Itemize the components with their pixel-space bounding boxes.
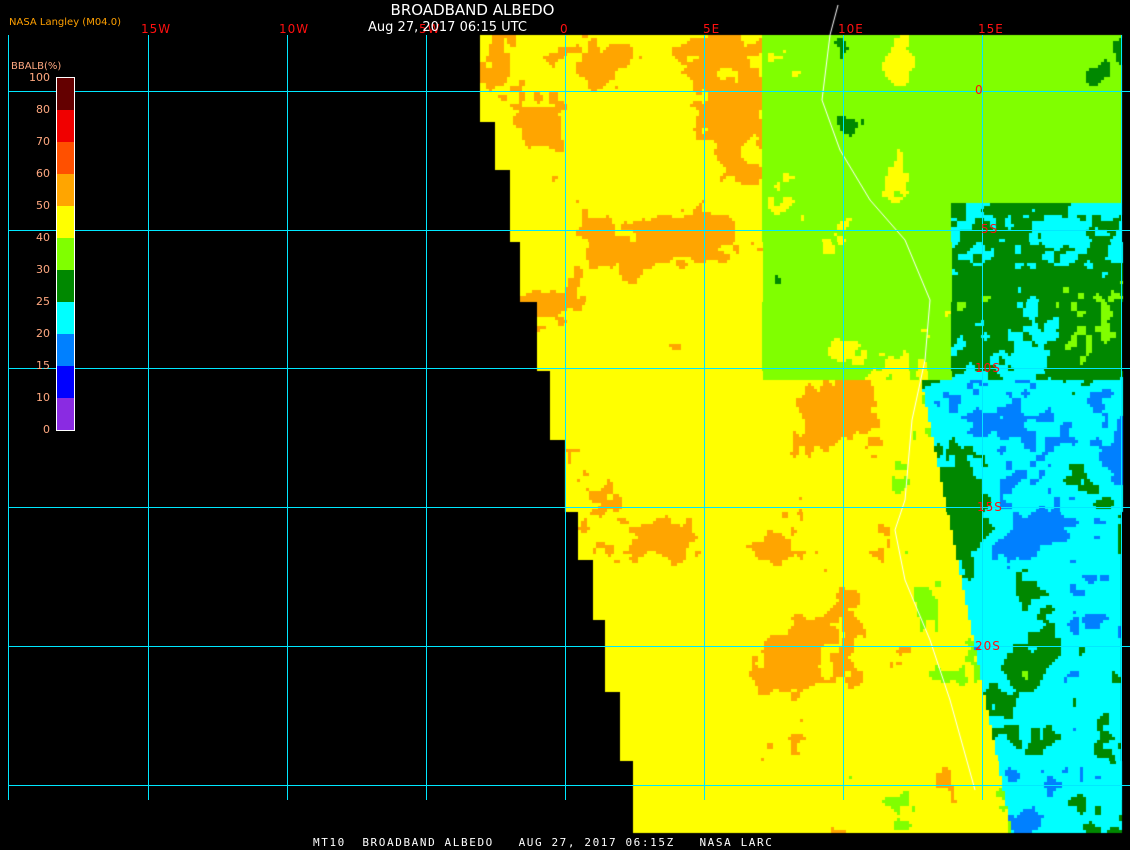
legend-tick-label: 10 [36, 391, 50, 404]
footer-caption: MT10 BROADBAND ALBEDO AUG 27, 2017 06:15… [313, 836, 774, 849]
legend-swatch [57, 270, 74, 302]
legend-tick-label: 15 [36, 359, 50, 372]
legend-swatch [57, 302, 74, 334]
legend-tick-label: 40 [36, 231, 50, 244]
legend-swatch [57, 110, 74, 142]
legend-tick-label: 80 [36, 103, 50, 116]
legend-swatch [57, 174, 74, 206]
latitude-line-0 [8, 91, 1130, 92]
longitude-line-5w [426, 35, 427, 800]
lat-label-5s: 5S [981, 222, 999, 236]
longitude-line-15w [148, 35, 149, 800]
latitude-line-10s [8, 368, 1130, 369]
legend-swatch [57, 78, 74, 110]
latitude-line-20s [8, 646, 1130, 647]
legend-tick-label: 50 [36, 199, 50, 212]
legend-swatch [57, 206, 74, 238]
legend-tick-label: 20 [36, 327, 50, 340]
legend-swatch [57, 238, 74, 270]
longitude-line-20e [1121, 35, 1122, 800]
latitude-line-25s [8, 785, 1130, 786]
legend-swatch [57, 142, 74, 174]
legend-tick-label: 100 [29, 71, 50, 84]
legend-tick-label: 60 [36, 167, 50, 180]
albedo-map-viewer: 15W 10W 5W 0 5E 10E 15E 0 5S 10S 15S 20S… [0, 0, 1130, 850]
legend-tick-label: 30 [36, 263, 50, 276]
lat-label-15s: 15S [977, 500, 1003, 514]
legend-tick-label: 25 [36, 295, 50, 308]
color-legend-bar [56, 77, 75, 431]
legend-swatch [57, 398, 74, 430]
longitude-line-10e [843, 35, 844, 800]
longitude-line-15e [982, 35, 983, 800]
latitude-line-15s [8, 507, 1130, 508]
legend-tick-label: 70 [36, 135, 50, 148]
lon-label-15e: 15E [978, 22, 1004, 36]
longitude-line-20w [8, 35, 9, 800]
lat-label-0: 0 [975, 83, 984, 97]
longitude-line-0 [565, 35, 566, 800]
legend-tick-label: 0 [43, 423, 50, 436]
legend-swatch [57, 334, 74, 366]
map-title: BROADBAND ALBEDO [390, 1, 555, 19]
latitude-line-5s [8, 230, 1130, 231]
map-timestamp: Aug 27, 2017 06:15 UTC [368, 20, 527, 35]
lat-label-10s: 10S [975, 361, 1001, 375]
longitude-line-5e [704, 35, 705, 800]
longitude-line-10w [287, 35, 288, 800]
lat-label-20s: 20S [975, 639, 1001, 653]
legend-swatch [57, 366, 74, 398]
